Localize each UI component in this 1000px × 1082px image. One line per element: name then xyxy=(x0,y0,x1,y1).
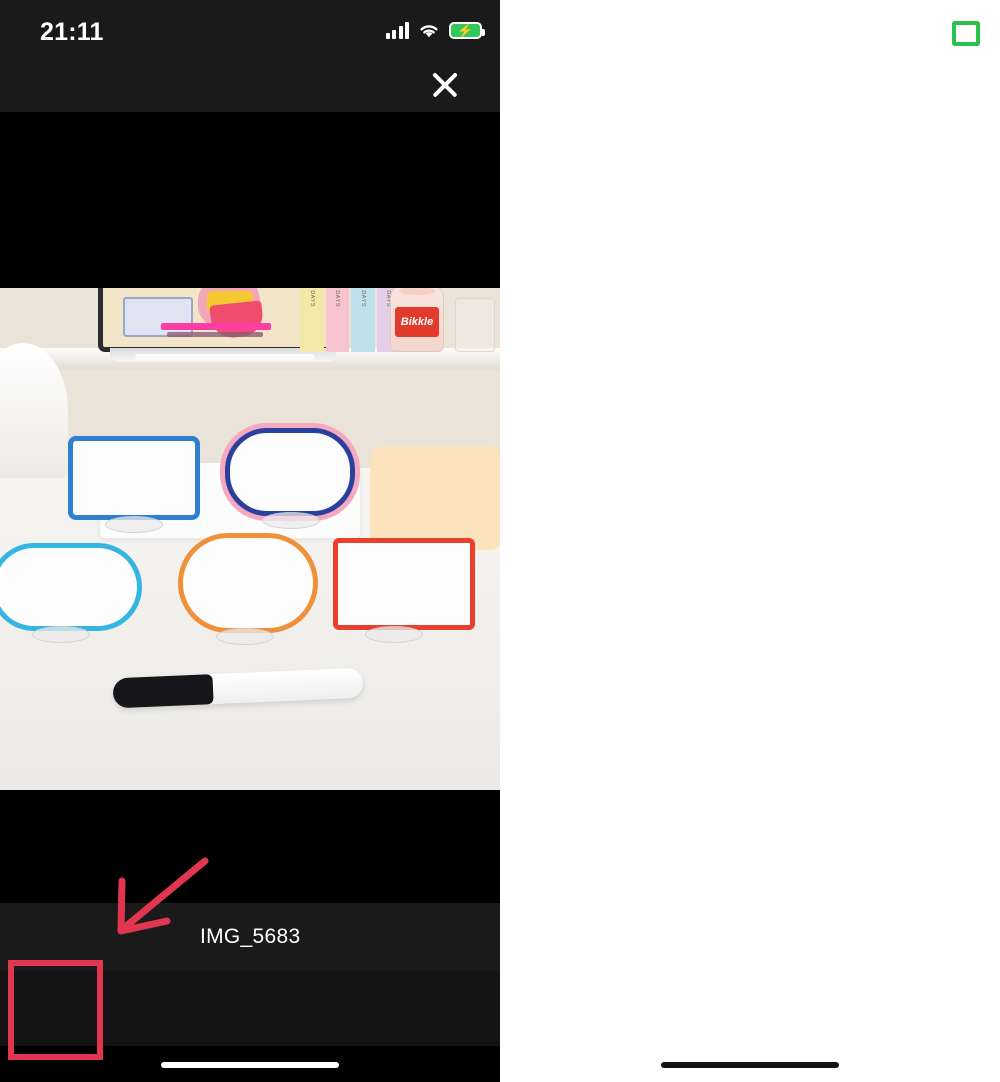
photo-toolbar xyxy=(0,971,500,1046)
home-indicator xyxy=(661,1062,839,1068)
close-viewer-button[interactable] xyxy=(423,62,467,106)
share-icon[interactable] xyxy=(25,983,55,1021)
status-bar-icons: ⚡ xyxy=(385,18,485,42)
home-indicator xyxy=(161,1062,339,1068)
photo-image: Bikkle xyxy=(0,288,500,790)
signal-icon xyxy=(385,21,409,39)
share-sheet-panel: + − × = xyxy=(500,0,1000,1082)
wifi-icon xyxy=(418,22,440,39)
battery-charging-icon: ⚡ xyxy=(449,21,485,39)
screen-record-icon xyxy=(952,21,980,46)
split-screenshot: 21:11 ⚡ OVY DAYS OVY DAYS OVY DAYS OVY D… xyxy=(0,0,1000,1082)
status-bar-clock: 21:11 xyxy=(40,18,104,46)
pointer-arrow-annotation xyxy=(105,855,220,950)
photo-viewer-panel: 21:11 ⚡ OVY DAYS OVY DAYS OVY DAYS OVY D… xyxy=(0,0,500,1082)
